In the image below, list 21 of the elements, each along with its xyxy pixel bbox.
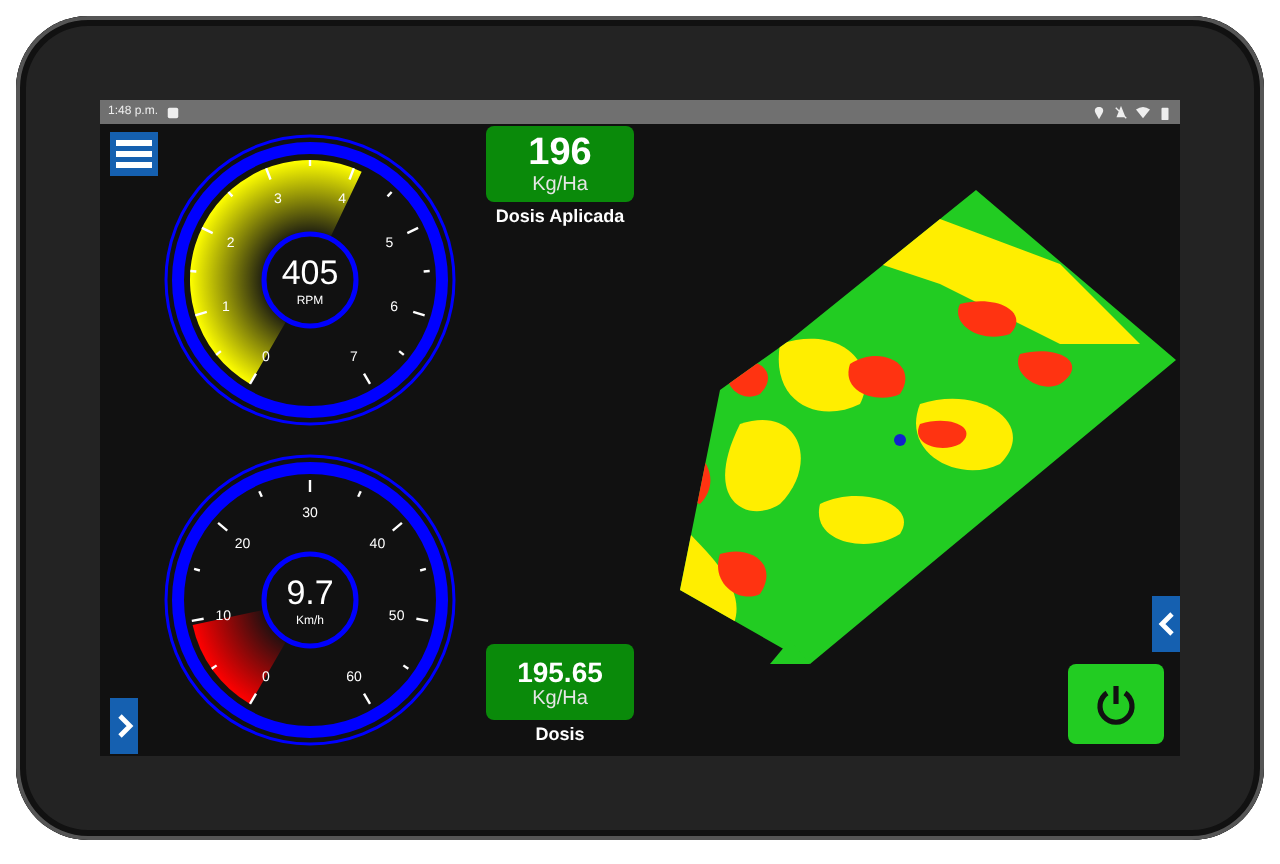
menu-button[interactable] bbox=[110, 132, 158, 176]
chevron-right-icon bbox=[115, 714, 133, 738]
chevron-left-icon bbox=[1157, 612, 1175, 636]
collapse-button[interactable] bbox=[1152, 596, 1180, 652]
gauge-value: 9.7 bbox=[286, 574, 334, 612]
power-icon bbox=[1094, 682, 1138, 726]
dose-unit: Kg/Ha bbox=[532, 687, 588, 709]
menu-icon bbox=[116, 140, 152, 168]
expand-button[interactable] bbox=[110, 698, 138, 754]
dose-value: 196 bbox=[528, 133, 592, 173]
location-icon bbox=[1092, 105, 1106, 119]
notification-icon bbox=[166, 105, 181, 119]
mute-icon bbox=[1114, 105, 1128, 119]
dose-label: Dosis Aplicada bbox=[495, 206, 625, 226]
power-button[interactable] bbox=[1068, 664, 1164, 744]
dose-value: 195.65 bbox=[517, 655, 603, 687]
gauge-value: 405 bbox=[281, 254, 339, 292]
dose-label: Dosis bbox=[535, 724, 585, 744]
battery-icon bbox=[1158, 105, 1172, 119]
dose-unit: Kg/Ha bbox=[532, 173, 588, 195]
wifi-icon bbox=[1136, 105, 1150, 119]
